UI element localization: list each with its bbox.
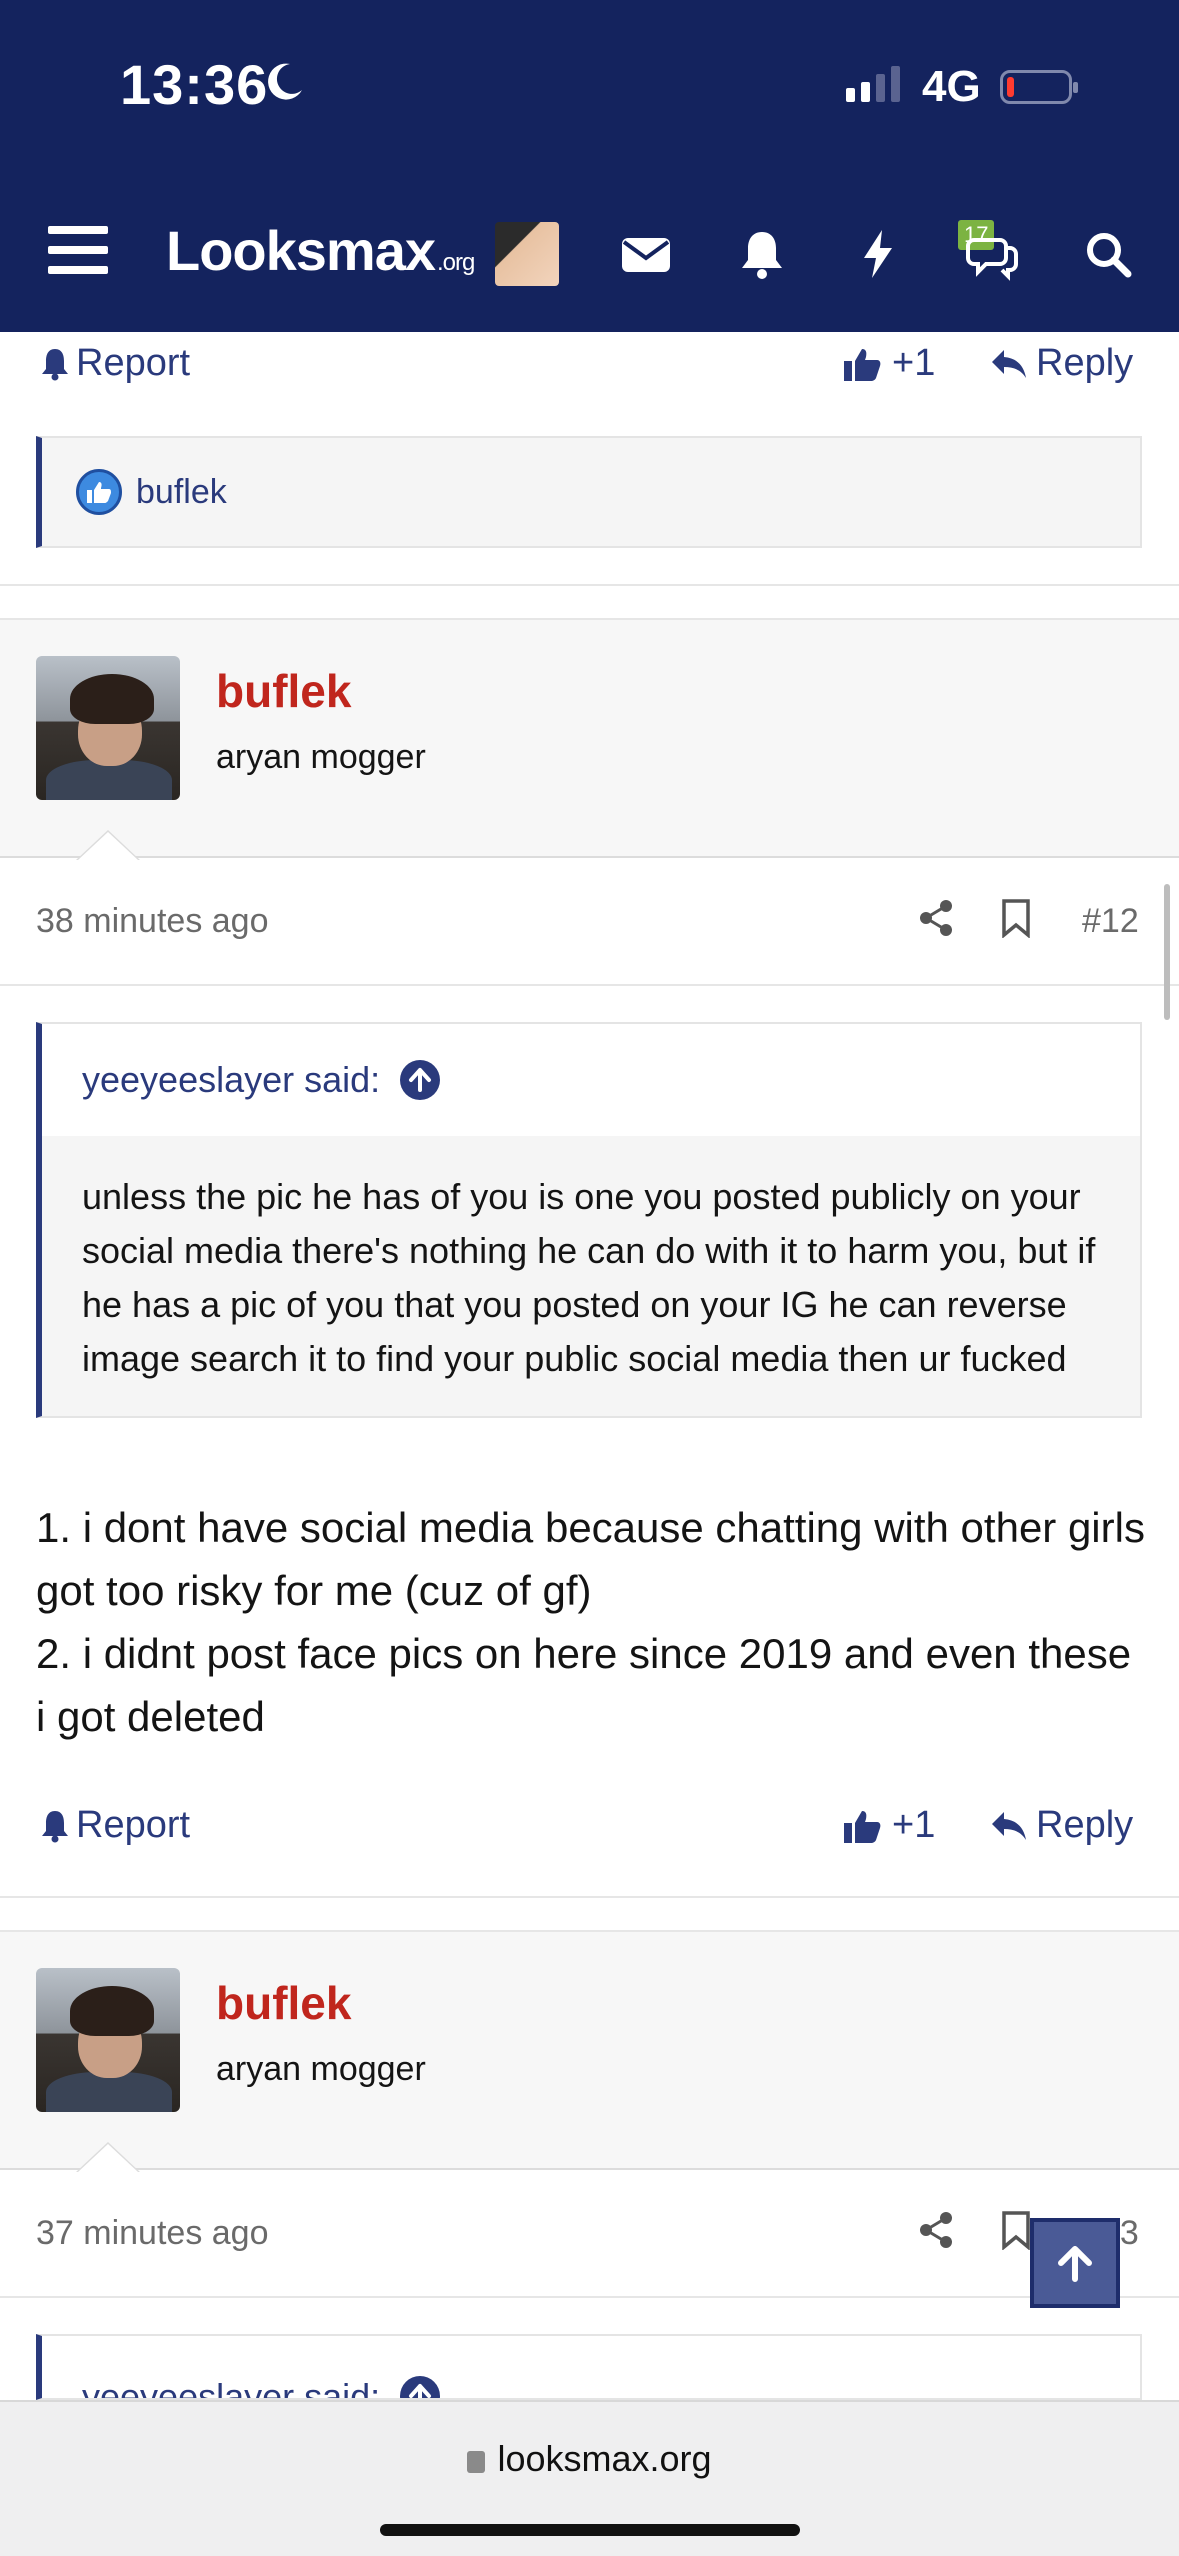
bell-icon [42, 1810, 68, 1842]
report-button[interactable]: Report [40, 342, 190, 385]
hamburger-menu-icon[interactable] [48, 226, 108, 276]
scroll-to-top-button[interactable] [1030, 2218, 1120, 2308]
scrollbar[interactable] [1164, 884, 1170, 1020]
search-icon[interactable] [1080, 226, 1136, 282]
arrow-up-icon[interactable] [400, 1060, 441, 1100]
divider [0, 1896, 1179, 1898]
quote-author[interactable]: yeeyeeslayer said: [82, 2376, 380, 2398]
thumbs-up-icon [844, 348, 881, 381]
reactions-bar[interactable]: buflek [36, 436, 1142, 548]
post-body-line-2: 2. i didnt post face pics on here since … [36, 1630, 1132, 1740]
post-time[interactable]: 37 minutes ago [36, 2214, 269, 2253]
reply-icon [992, 349, 1026, 378]
moon-icon [268, 63, 302, 100]
arrow-up-icon [1058, 2246, 1092, 2282]
divider [0, 2296, 1179, 2298]
bookmark-icon[interactable] [998, 2210, 1034, 2250]
user-avatar[interactable] [36, 656, 180, 800]
post-body-line-1: 1. i dont have social media because chat… [36, 1504, 1145, 1614]
bell-icon [42, 348, 68, 380]
reply-button[interactable]: Reply [990, 1804, 1133, 1847]
quote-text: unless the pic he has of you is one you … [82, 1176, 1096, 1379]
signal-icon [846, 66, 900, 102]
bookmark-icon[interactable] [998, 898, 1034, 938]
reply-button[interactable]: Reply [990, 342, 1133, 385]
reply-icon [992, 1811, 1026, 1840]
user-title: aryan mogger [216, 2050, 426, 2088]
share-icon[interactable] [916, 2210, 956, 2250]
like-button[interactable]: +1 [842, 1804, 935, 1847]
app-header: 13:36 4G Looksmax.org 17 [0, 0, 1179, 332]
user-title: aryan mogger [216, 738, 426, 776]
reaction-user[interactable]: buflek [136, 473, 227, 512]
battery-icon [1000, 70, 1078, 104]
conversations-icon[interactable] [964, 226, 1020, 282]
username[interactable]: buflek [216, 664, 351, 718]
status-time: 13:36 [120, 53, 269, 116]
post-pointer [76, 2142, 140, 2172]
post-actions-previous: Report +1 Reply [0, 332, 1179, 402]
like-reaction-icon [76, 469, 122, 515]
home-indicator[interactable] [380, 2524, 800, 2536]
user-avatar[interactable] [36, 1968, 180, 2112]
quote-author[interactable]: yeeyeeslayer said: [82, 1059, 380, 1101]
quote-header[interactable]: yeeyeeslayer said: [42, 1024, 1140, 1136]
quote-block: yeeyeeslayer said: [36, 2334, 1142, 2400]
lock-icon [467, 2451, 486, 2473]
mail-icon[interactable] [618, 226, 674, 282]
thumbs-up-icon [844, 1810, 881, 1843]
divider [0, 584, 1179, 586]
post-time[interactable]: 38 minutes ago [36, 902, 269, 941]
quote-header[interactable]: yeeyeeslayer said: [42, 2336, 1140, 2398]
arrow-up-icon[interactable] [400, 2376, 441, 2398]
post-meta: 38 minutes ago #12 [0, 878, 1179, 968]
lightning-icon[interactable] [850, 226, 906, 282]
network-type: 4G [922, 62, 981, 111]
share-icon[interactable] [916, 898, 956, 938]
divider [0, 984, 1179, 986]
site-logo[interactable]: Looksmax.org [166, 218, 475, 283]
account-avatar[interactable] [495, 222, 559, 286]
browser-bottom-bar: looksmax.org [0, 2400, 1179, 2556]
quote-block: yeeyeeslayer said: unless the pic he has… [36, 1022, 1142, 1418]
post-user-block: buflek aryan mogger [0, 1930, 1179, 2170]
report-button[interactable]: Report [40, 1804, 190, 1847]
post-actions: Report +1 Reply [0, 1794, 1179, 1864]
post-body: 1. i dont have social media because chat… [36, 1496, 1146, 1748]
username[interactable]: buflek [216, 1976, 351, 2030]
post-meta: 37 minutes ago #13 [0, 2190, 1179, 2280]
post-pointer [76, 830, 140, 860]
like-button[interactable]: +1 [842, 342, 935, 385]
bell-icon[interactable] [734, 226, 790, 282]
address-bar[interactable]: looksmax.org [0, 2438, 1179, 2480]
post-number[interactable]: #12 [1082, 902, 1139, 941]
post-user-block: buflek aryan mogger [0, 618, 1179, 858]
